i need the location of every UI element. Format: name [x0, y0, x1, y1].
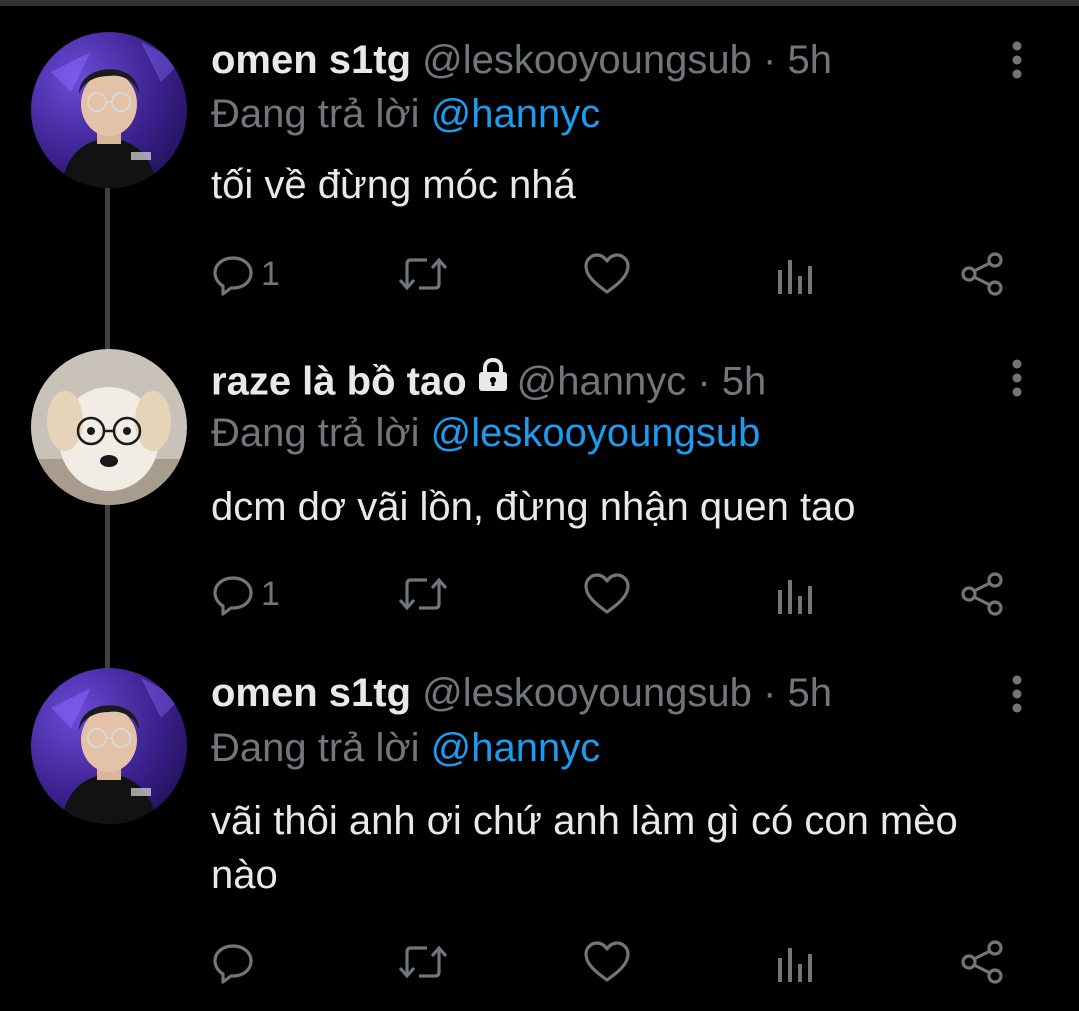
retweet-icon [398, 577, 448, 611]
comment-icon [213, 256, 253, 296]
retweet-button[interactable] [397, 250, 449, 298]
display-name[interactable]: omen s1tg [211, 38, 411, 82]
more-vertical-icon[interactable] [1004, 358, 1030, 398]
replying-prefix: Đang trả lời [211, 92, 431, 136]
tweet-text: tối về đừng móc nhá [211, 163, 576, 207]
tweet-header: omen s1tg @leskooyoungsub · 5h [211, 668, 832, 718]
bar-chart-icon [778, 948, 812, 982]
share-button[interactable] [959, 570, 1005, 618]
tweet-text: vãi thôi anh ơi chứ anh làm gì có con mè… [211, 799, 958, 897]
mention-link[interactable]: @hannyc [431, 92, 601, 136]
avatar[interactable] [31, 32, 187, 188]
mention-link[interactable]: @leskooyoungsub [431, 411, 761, 455]
user-handle[interactable]: @leskooyoungsub [422, 38, 752, 82]
tweet-text: dcm dơ vãi lồn, đừng nhận quen tao [211, 485, 856, 529]
display-name[interactable]: raze là bồ tao [211, 360, 467, 404]
replying-prefix: Đang trả lời [211, 411, 431, 455]
reply-count: 1 [261, 574, 280, 613]
avatar[interactable] [31, 668, 187, 824]
tweet[interactable]: omen s1tg @leskooyoungsub · 5h Đang trả … [0, 660, 1079, 1011]
heart-icon [584, 253, 630, 294]
share-icon [961, 252, 1003, 296]
bar-chart-icon [778, 580, 812, 614]
user-handle[interactable]: @leskooyoungsub [422, 671, 752, 715]
more-vertical-icon[interactable] [1004, 674, 1030, 714]
views-button[interactable] [775, 250, 815, 298]
action-bar: 1 [211, 250, 1031, 298]
tweet[interactable]: raze là bồ tao @hannyc · 5h Đang trả lời … [0, 330, 1079, 660]
replying-to: Đang trả lời @leskooyoungsub [211, 408, 760, 458]
tweet-header: omen s1tg @leskooyoungsub · 5h [211, 35, 832, 85]
reply-button[interactable]: 1 [211, 250, 280, 298]
heart-icon [584, 941, 630, 982]
comment-icon [213, 576, 253, 616]
action-bar: 1 [211, 570, 1031, 618]
replying-to: Đang trả lời @hannyc [211, 89, 600, 139]
bar-chart-icon [778, 260, 812, 294]
tweet[interactable]: omen s1tg @leskooyoungsub · 5h Đang trả … [0, 0, 1079, 330]
retweet-button[interactable] [397, 570, 449, 618]
heart-icon [584, 573, 630, 614]
more-vertical-icon[interactable] [1004, 40, 1030, 80]
views-button[interactable] [775, 570, 815, 618]
replying-to: Đang trả lời @hannyc [211, 723, 600, 773]
timestamp[interactable]: · 5h [763, 671, 832, 715]
share-icon [961, 940, 1003, 984]
tweet-header: raze là bồ tao @hannyc · 5h [211, 355, 766, 405]
replying-prefix: Đang trả lời [211, 726, 431, 770]
mention-link[interactable]: @hannyc [431, 726, 601, 770]
lock-icon [475, 355, 511, 405]
timestamp[interactable]: · 5h [697, 360, 766, 404]
like-button[interactable] [583, 938, 631, 986]
views-button[interactable] [775, 938, 815, 986]
comment-icon [213, 944, 253, 984]
share-icon [961, 572, 1003, 616]
display-name[interactable]: omen s1tg [211, 671, 411, 715]
retweet-icon [398, 945, 448, 979]
user-handle[interactable]: @hannyc [517, 360, 687, 404]
retweet-button[interactable] [397, 938, 449, 986]
timestamp[interactable]: · 5h [763, 38, 832, 82]
avatar[interactable] [31, 349, 187, 505]
share-button[interactable] [959, 938, 1005, 986]
action-bar [211, 938, 1031, 986]
reply-count: 1 [261, 254, 280, 293]
like-button[interactable] [583, 570, 631, 618]
retweet-icon [398, 257, 448, 291]
reply-button[interactable]: 1 [211, 570, 280, 618]
like-button[interactable] [583, 250, 631, 298]
reply-button[interactable] [211, 938, 261, 986]
share-button[interactable] [959, 250, 1005, 298]
